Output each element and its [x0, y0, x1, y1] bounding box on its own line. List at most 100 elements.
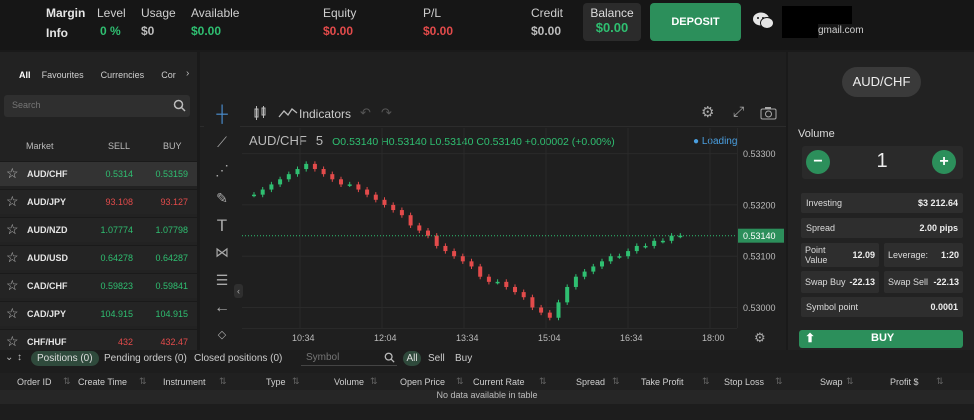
redo-icon[interactable]: ↷ — [381, 105, 392, 121]
price-axis[interactable]: 0.53300 0.53200 0.53140 0.53100 0.53000 — [737, 128, 785, 328]
col-spread[interactable]: Spread — [576, 377, 605, 387]
indicators-button[interactable]: Indicators — [299, 107, 351, 121]
star-icon[interactable]: ☆ — [6, 165, 19, 182]
filter-buy[interactable]: Buy — [455, 353, 472, 364]
pattern-icon[interactable]: ⋈ — [213, 244, 231, 262]
star-icon[interactable]: ☆ — [6, 333, 19, 350]
market-search-input[interactable] — [12, 100, 162, 110]
col-order-id[interactable]: Order ID — [17, 377, 52, 387]
tab-positions[interactable]: Positions (0) — [31, 351, 99, 366]
sort-icon[interactable]: ⇅ — [775, 376, 783, 387]
filter-tab-favourites[interactable]: Favourites — [42, 70, 84, 80]
tab-pending-orders[interactable]: Pending orders (0) — [104, 353, 187, 364]
sort-icon[interactable]: ⇅ — [139, 376, 147, 387]
market-row[interactable]: ☆ CAD/CHF 0.59823 0.59841 — [0, 273, 197, 298]
sort-icon[interactable]: ⇅ — [63, 376, 71, 387]
market-sell-price[interactable]: 0.59823 — [100, 281, 133, 291]
eraser-icon[interactable]: ◇ — [213, 328, 231, 346]
text-tool-icon[interactable]: T — [213, 216, 231, 235]
market-buy-price[interactable]: 1.07798 — [155, 225, 188, 235]
undo-icon[interactable]: ↶ — [360, 105, 371, 121]
col-profit[interactable]: Profit $ — [890, 377, 919, 387]
volume-increase-button[interactable]: + — [932, 150, 956, 174]
col-volume[interactable]: Volume — [334, 377, 364, 387]
market-buy-price[interactable]: 104.915 — [155, 309, 188, 319]
market-sell-price[interactable]: 0.64278 — [100, 253, 133, 263]
filter-tab-commodities[interactable]: Cor — [161, 70, 176, 80]
col-create-time[interactable]: Create Time — [78, 377, 127, 387]
price-chart[interactable] — [242, 128, 737, 328]
volume-value[interactable]: 1 — [862, 150, 902, 173]
col-current-rate[interactable]: Current Rate — [473, 377, 525, 387]
trendline-icon[interactable]: ⟋ — [213, 134, 231, 152]
axis-settings-gear-icon[interactable]: ⚙ — [754, 331, 766, 346]
sort-icon[interactable]: ⇅ — [292, 376, 300, 387]
sort-icon[interactable]: ⇅ — [456, 376, 464, 387]
settings-gear-icon[interactable]: ⚙ — [701, 103, 714, 121]
measure-icon[interactable]: ☰ — [213, 272, 231, 290]
time-axis[interactable]: 10:34 12:04 13:34 15:04 16:34 18:00 ⚙ — [242, 328, 785, 348]
col-swap[interactable]: Swap — [820, 377, 843, 387]
market-buy-price[interactable]: 0.59841 — [155, 281, 188, 291]
candle — [652, 240, 657, 246]
pitchfork-icon[interactable]: ⋰ — [213, 162, 231, 180]
market-sell-price[interactable]: 93.108 — [105, 197, 133, 207]
wechat-icon[interactable] — [752, 11, 774, 31]
sort-icon[interactable]: ⇅ — [219, 376, 227, 387]
market-row[interactable]: ☆ AUD/USD 0.64278 0.64287 — [0, 245, 197, 270]
market-row[interactable]: ☆ CAD/JPY 104.915 104.915 — [0, 301, 197, 326]
market-sell-price[interactable]: 0.5314 — [105, 169, 133, 179]
symbol-search-input[interactable] — [306, 352, 381, 363]
sort-icon[interactable]: ⇅ — [702, 376, 710, 387]
volume-stepper[interactable]: − 1 + — [802, 146, 963, 179]
candle-type-icon[interactable] — [253, 105, 267, 121]
arrow-left-icon[interactable]: ← — [213, 299, 231, 317]
search-icon[interactable] — [173, 99, 186, 112]
tab-closed-positions[interactable]: Closed positions (0) — [194, 353, 282, 364]
col-type[interactable]: Type — [266, 377, 286, 387]
market-buy-price[interactable]: 0.53159 — [155, 169, 188, 179]
market-search-box[interactable] — [4, 95, 190, 117]
market-buy-price[interactable]: 93.127 — [160, 197, 188, 207]
sort-icon[interactable]: ⇅ — [539, 376, 547, 387]
star-icon[interactable]: ☆ — [6, 193, 19, 210]
col-take-profit[interactable]: Take Profit — [641, 377, 684, 387]
collapse-panel-icon[interactable]: ⌄ — [5, 352, 13, 363]
indicators-icon[interactable] — [278, 107, 298, 119]
symbol-search-icon[interactable] — [384, 352, 395, 363]
star-icon[interactable]: ☆ — [6, 221, 19, 238]
sort-icon[interactable]: ⇅ — [370, 376, 378, 387]
filter-all[interactable]: All — [403, 351, 421, 366]
market-buy-price[interactable]: 432.47 — [160, 337, 188, 347]
chevron-right-icon[interactable]: › — [186, 68, 189, 79]
symbol-search-box[interactable] — [301, 350, 397, 366]
sort-icon[interactable]: ⇅ — [846, 376, 854, 387]
star-icon[interactable]: ☆ — [6, 249, 19, 266]
filter-tab-currencies[interactable]: Currencies — [101, 70, 145, 80]
market-row[interactable]: ☆ AUD/JPY 93.108 93.127 — [0, 189, 197, 214]
col-open-price[interactable]: Open Price — [400, 377, 445, 387]
market-sell-price[interactable]: 104.915 — [100, 309, 133, 319]
buy-button[interactable]: ⬆ BUY — [799, 330, 963, 348]
star-icon[interactable]: ☆ — [6, 277, 19, 294]
fullscreen-icon[interactable]: ⤢ — [733, 103, 744, 120]
market-sell-price[interactable]: 432 — [118, 337, 133, 347]
market-buy-price[interactable]: 0.64287 — [155, 253, 188, 263]
crosshair-icon[interactable]: ┼ — [213, 106, 231, 124]
deposit-button[interactable]: DEPOSIT — [650, 3, 741, 41]
col-instrument[interactable]: Instrument — [163, 377, 206, 387]
filter-sell[interactable]: Sell — [428, 353, 445, 364]
resize-vertical-icon[interactable]: ↕ — [17, 352, 22, 363]
volume-decrease-button[interactable]: − — [806, 150, 830, 174]
brush-icon[interactable]: ✎ — [213, 190, 231, 208]
market-row[interactable]: ☆ AUD/CHF 0.5314 0.53159 — [0, 161, 197, 186]
candle — [582, 271, 587, 277]
filter-tab-all[interactable]: All — [19, 70, 31, 80]
market-row[interactable]: ☆ AUD/NZD 1.07774 1.07798 — [0, 217, 197, 242]
camera-icon[interactable] — [760, 106, 777, 120]
sort-icon[interactable]: ⇅ — [936, 376, 944, 387]
col-stop-loss[interactable]: Stop Loss — [724, 377, 764, 387]
market-sell-price[interactable]: 1.07774 — [100, 225, 133, 235]
star-icon[interactable]: ☆ — [6, 305, 19, 322]
sort-icon[interactable]: ⇅ — [612, 376, 620, 387]
